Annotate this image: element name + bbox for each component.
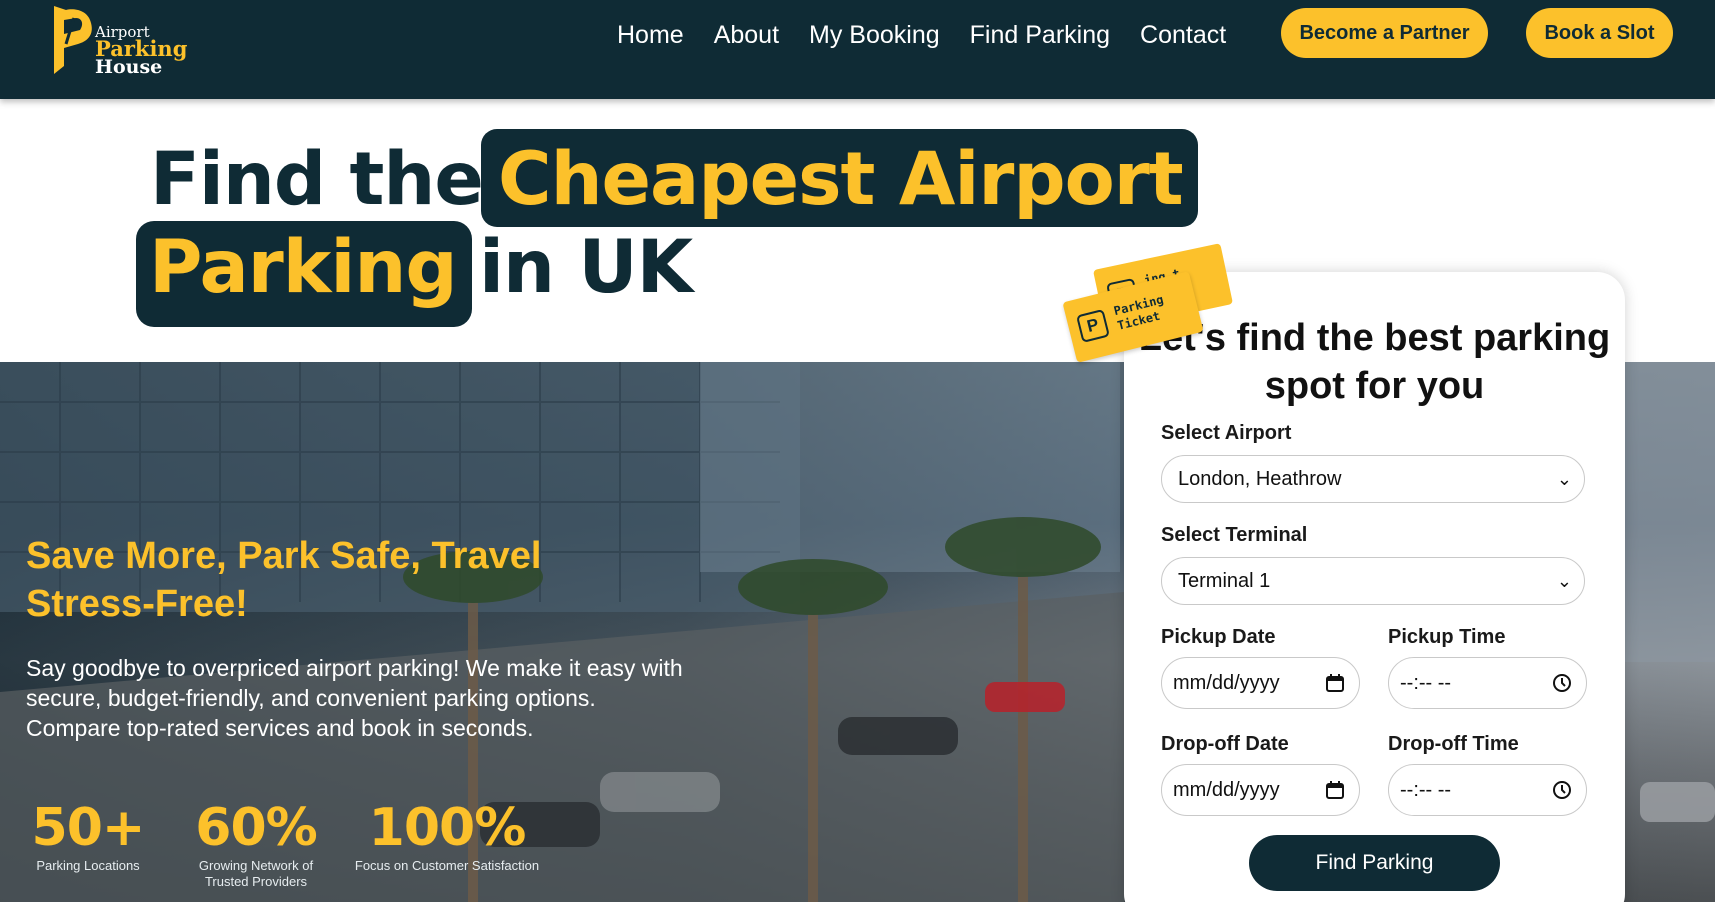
stat-label: Growing Network of Trusted Providers	[198, 858, 314, 889]
find-parking-button[interactable]: Find Parking	[1249, 835, 1500, 891]
main-menu: Home About My Booking Find Parking Conta…	[602, 18, 1241, 52]
dropoff-date-value: mm/dd/yyyy	[1173, 779, 1280, 801]
book-slot-button[interactable]: Book a Slot	[1526, 8, 1673, 58]
pickup-time-value: --:-- --	[1400, 672, 1452, 694]
dropoff-date-input[interactable]: mm/dd/yyyy	[1161, 764, 1360, 816]
chevron-down-icon: ⌄	[1556, 469, 1572, 489]
terminal-label: Select Terminal	[1161, 524, 1308, 546]
ticket-text: Parking Ticket	[1112, 292, 1168, 333]
stat-label: Focus on Customer Satisfaction	[354, 858, 540, 873]
dropoff-time-label: Drop-off Time	[1388, 733, 1519, 755]
dropoff-date-label: Drop-off Date	[1161, 733, 1289, 755]
dropoff-time-input[interactable]: --:-- --	[1388, 764, 1587, 816]
calendar-icon[interactable]	[1325, 673, 1345, 693]
calendar-icon[interactable]	[1325, 780, 1345, 800]
stat-value: 60%	[195, 798, 317, 858]
stat-customer-satisfaction: 100% Focus on Customer Satisfaction	[352, 800, 542, 874]
parking-tickets-illustration: P ing t P Parking Ticket	[1062, 243, 1234, 365]
nav-link-my-booking[interactable]: My Booking	[794, 18, 955, 52]
become-partner-button[interactable]: Become a Partner	[1281, 8, 1488, 58]
nav-link-home[interactable]: Home	[602, 18, 699, 52]
airport-select[interactable]: London, Heathrow ⌄	[1161, 455, 1585, 503]
logo-text-house: House	[95, 56, 163, 78]
clock-icon[interactable]	[1552, 673, 1572, 693]
airport-select-value: London, Heathrow	[1178, 468, 1342, 490]
parking-search-form: Let's find the best parking spot for you…	[1124, 272, 1625, 902]
hero-tagline: Save More, Park Safe, Travel Stress-Free…	[26, 535, 542, 625]
pickup-time-label: Pickup Time	[1388, 626, 1506, 648]
nav-link-find-parking[interactable]: Find Parking	[955, 18, 1125, 52]
ticket-front: P Parking Ticket	[1062, 271, 1204, 363]
stat-trusted-providers: 60% Growing Network of Trusted Providers	[192, 800, 320, 890]
nav-link-contact[interactable]: Contact	[1125, 18, 1241, 52]
pickup-date-value: mm/dd/yyyy	[1173, 672, 1280, 694]
stat-label: Parking Locations	[36, 858, 140, 873]
headline-part-1: Find the	[150, 137, 484, 222]
clock-icon[interactable]	[1552, 780, 1572, 800]
top-navbar: Airport Parking House Home About My Book…	[0, 0, 1715, 99]
chevron-down-icon: ⌄	[1556, 571, 1572, 591]
hero-description: Say goodbye to overpriced airport parkin…	[26, 655, 683, 741]
headline-part-3: Parking	[149, 225, 458, 310]
parking-p-icon: P	[1076, 308, 1110, 343]
site-logo[interactable]: Airport Parking House	[52, 4, 192, 78]
stat-parking-locations: 50+ Parking Locations	[28, 800, 148, 874]
nav-link-about[interactable]: About	[699, 18, 794, 52]
dropoff-time-value: --:-- --	[1400, 779, 1452, 801]
headline-part-2: Cheapest Airport	[498, 137, 1184, 222]
headline-part-4: in UK	[479, 225, 693, 310]
terminal-select-value: Terminal 1	[1178, 570, 1271, 592]
pickup-date-input[interactable]: mm/dd/yyyy	[1161, 657, 1360, 709]
stat-value: 50+	[31, 798, 146, 858]
logo-p-icon	[54, 6, 92, 74]
pickup-time-input[interactable]: --:-- --	[1388, 657, 1587, 709]
airport-label: Select Airport	[1161, 422, 1292, 444]
terminal-select[interactable]: Terminal 1 ⌄	[1161, 557, 1585, 605]
pickup-date-label: Pickup Date	[1161, 626, 1276, 648]
stat-value: 100%	[368, 798, 527, 858]
